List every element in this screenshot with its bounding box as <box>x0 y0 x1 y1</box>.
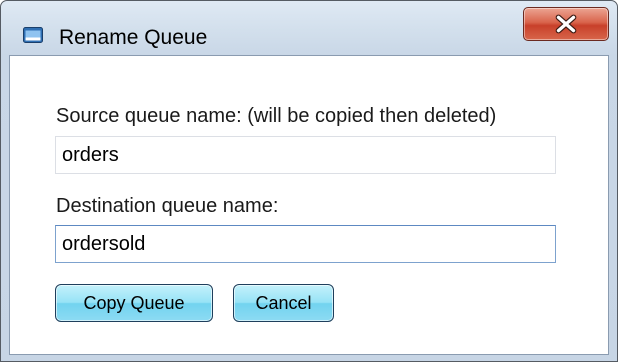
copy-queue-button[interactable]: Copy Queue <box>55 284 213 322</box>
source-queue-label: Source queue name: (will be copied then … <box>56 105 497 127</box>
source-queue-input[interactable] <box>55 136 556 174</box>
dialog-body: Source queue name: (will be copied then … <box>9 55 609 355</box>
destination-queue-label: Destination queue name: <box>56 195 279 217</box>
window-title: Rename Queue <box>59 26 208 49</box>
rename-queue-dialog: Rename Queue Source queue name: (will be… <box>0 0 618 362</box>
title-bar[interactable]: Rename Queue <box>1 1 617 55</box>
window-app-icon <box>23 27 43 43</box>
cancel-button[interactable]: Cancel <box>233 284 334 322</box>
destination-queue-input[interactable] <box>55 225 556 263</box>
close-x-icon <box>555 14 577 34</box>
close-button[interactable] <box>523 7 609 41</box>
